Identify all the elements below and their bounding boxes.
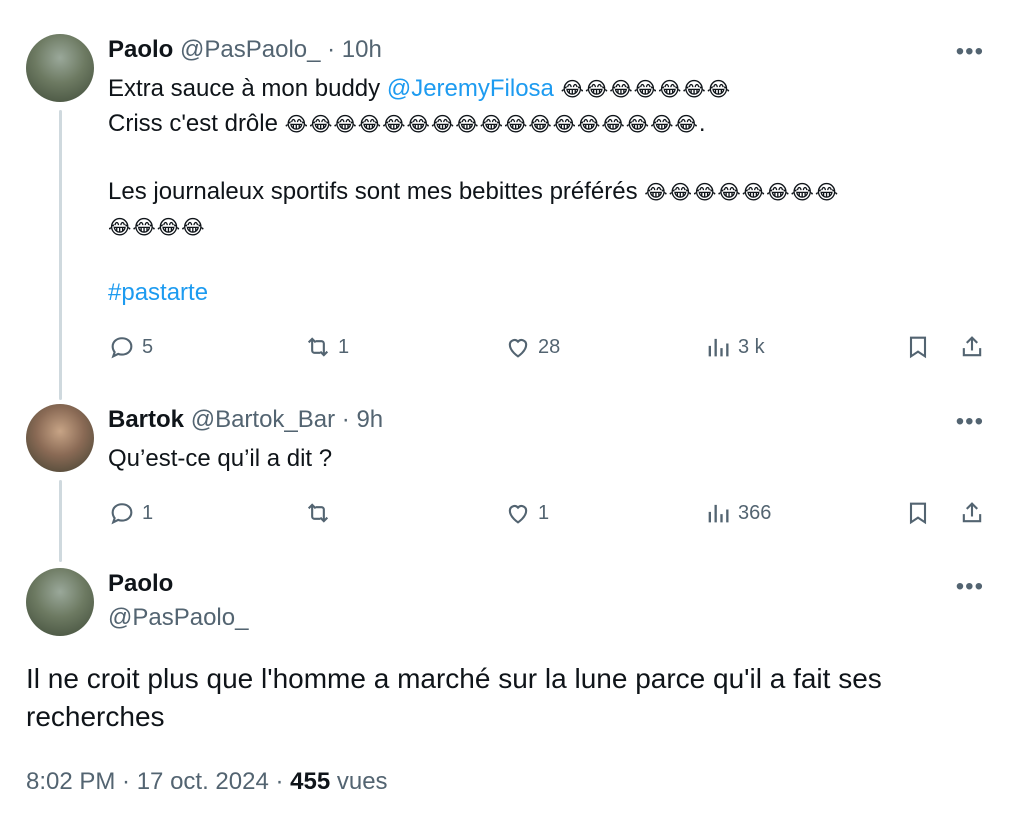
emoji-group: 😂😂😂😂😂😂😂 <box>560 79 732 101</box>
more-options-icon[interactable]: ••• <box>956 575 984 599</box>
bookmark-button[interactable] <box>904 333 932 361</box>
tweet-line: Les journaleux sportifs sont mes bebitte… <box>108 178 645 205</box>
emoji-group: 😂😂😂😂😂😂😂😂😂😂😂😂😂😂😂😂😂 <box>284 114 699 136</box>
share-icon <box>962 336 982 357</box>
tweet-header: Bartok @Bartok_Bar · 9h <box>108 406 383 434</box>
like-count: 28 <box>538 335 561 358</box>
reply-count: 1 <box>142 501 154 524</box>
tweet-line: Extra sauce à mon buddy <box>108 75 387 102</box>
view-count: 366 <box>738 501 772 524</box>
retweet-icon <box>307 337 329 357</box>
hashtag-link[interactable]: #pastarte <box>108 279 208 306</box>
retweet-icon <box>307 503 329 523</box>
bookmark-button[interactable] <box>904 499 932 527</box>
heart-icon <box>508 505 528 524</box>
author-name[interactable]: Paolo <box>108 36 173 63</box>
avatar[interactable] <box>26 404 94 472</box>
tweet-text: Qu’est-ce qu’il a dit ? <box>108 445 333 472</box>
timestamp[interactable]: 8:02 PM · 17 oct. 2024 · <box>26 768 290 795</box>
reply-count: 5 <box>142 335 154 358</box>
reply-icon <box>111 503 133 525</box>
tweet-actions: 1 1 366 <box>108 499 988 529</box>
avatar[interactable] <box>26 568 94 636</box>
emoji-group: 😂😂😂😂😂😂😂😂 <box>644 182 840 204</box>
more-options-icon[interactable]: ••• <box>956 40 984 64</box>
reply-icon <box>111 337 133 359</box>
like-button[interactable]: 28 <box>504 333 560 361</box>
timestamp[interactable]: · 9h <box>342 406 383 433</box>
retweet-button[interactable]: 1 <box>304 333 349 361</box>
tweet-footer: 8:02 PM · 17 oct. 2024 · 455 vues <box>26 768 388 796</box>
bookmark-icon <box>909 336 927 359</box>
share-icon <box>962 502 982 523</box>
reply-button[interactable]: 1 <box>108 499 153 527</box>
retweet-count: 1 <box>338 335 350 358</box>
author-name[interactable]: Bartok <box>108 406 184 433</box>
tweet-actions: 5 1 28 3 k <box>108 333 988 363</box>
retweet-button[interactable] <box>304 499 338 527</box>
timestamp[interactable]: · 10h <box>327 36 382 63</box>
reply-button[interactable]: 5 <box>108 333 153 361</box>
avatar[interactable] <box>26 34 94 102</box>
emoji-group: 😂😂😂😂 <box>108 217 206 239</box>
share-button[interactable] <box>958 499 986 527</box>
author-name[interactable]: Paolo <box>108 570 173 598</box>
views-button[interactable]: 3 k <box>704 333 765 361</box>
views-label: vues <box>330 768 388 795</box>
view-count: 455 <box>290 768 331 795</box>
thread-line <box>59 110 62 400</box>
view-count: 3 k <box>738 335 765 358</box>
author-handle[interactable]: @PasPaolo_ <box>108 604 248 632</box>
share-button[interactable] <box>958 333 986 361</box>
heart-icon <box>508 339 528 358</box>
author-handle[interactable]: @Bartok_Bar <box>191 406 335 433</box>
tweet-punct: . <box>698 110 706 137</box>
analytics-icon <box>708 504 729 523</box>
tweet-line: Criss c'est drôle <box>108 110 285 137</box>
tweet-text-2: Les journaleux sportifs sont mes bebitte… <box>108 175 988 245</box>
views-button[interactable]: 366 <box>704 499 771 527</box>
like-button[interactable]: 1 <box>504 499 549 527</box>
hashtag-row: #pastarte <box>108 276 208 310</box>
tweet-text: Il ne croit plus que l'homme a marché su… <box>26 663 882 732</box>
tweet-header: Paolo @PasPaolo_ · 10h <box>108 36 382 64</box>
thread-line <box>59 480 62 562</box>
like-count: 1 <box>538 501 550 524</box>
analytics-icon <box>708 338 729 357</box>
mention-link[interactable]: @JeremyFilosa <box>387 75 554 102</box>
tweet-text: Extra sauce à mon buddy @JeremyFilosa 😂😂… <box>108 72 988 142</box>
bookmark-icon <box>909 502 927 525</box>
author-handle[interactable]: @PasPaolo_ <box>180 36 320 63</box>
more-options-icon[interactable]: ••• <box>956 410 984 434</box>
